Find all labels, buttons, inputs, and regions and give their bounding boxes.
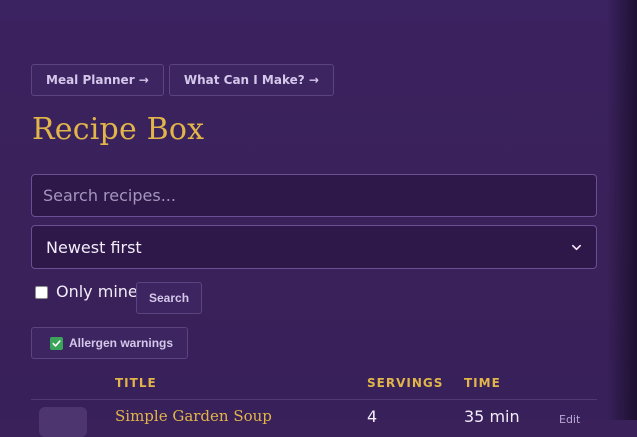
recipe-title-link[interactable]: Simple Garden Soup: [115, 407, 272, 425]
recipe-time: 35 min: [464, 407, 520, 426]
column-header-time[interactable]: TIME: [464, 376, 501, 390]
search-input[interactable]: [31, 174, 597, 217]
chevron-down-icon: [572, 244, 581, 250]
sort-select[interactable]: Newest first: [31, 225, 597, 269]
page-title: Recipe Box: [32, 112, 205, 147]
what-can-i-make-button[interactable]: What Can I Make? →: [168, 64, 334, 96]
check-box-icon: [50, 336, 63, 350]
sort-select-value: Newest first: [46, 237, 142, 257]
recipe-thumbnail[interactable]: [39, 407, 87, 437]
only-mine-label[interactable]: Only mine: [56, 282, 138, 301]
scroll-edge-shadow: [607, 0, 637, 420]
allergen-warnings-toggle[interactable]: Allergen warnings: [31, 327, 189, 359]
meal-planner-button[interactable]: Meal Planner →: [31, 64, 164, 96]
top-navigation: Meal Planner → What Can I Make? →: [31, 64, 334, 96]
allergen-warnings-label: Allergen warnings: [69, 336, 174, 350]
only-mine-checkbox[interactable]: [35, 285, 48, 299]
recipe-servings: 4: [367, 407, 378, 426]
recipe-table-header: TITLE SERVINGS TIME: [0, 376, 637, 400]
table-divider: [31, 399, 597, 400]
search-button[interactable]: Search: [136, 282, 203, 314]
column-header-title[interactable]: TITLE: [115, 376, 157, 390]
column-header-servings[interactable]: SERVINGS: [367, 376, 443, 390]
only-mine-filter: Only mine: [35, 282, 138, 301]
